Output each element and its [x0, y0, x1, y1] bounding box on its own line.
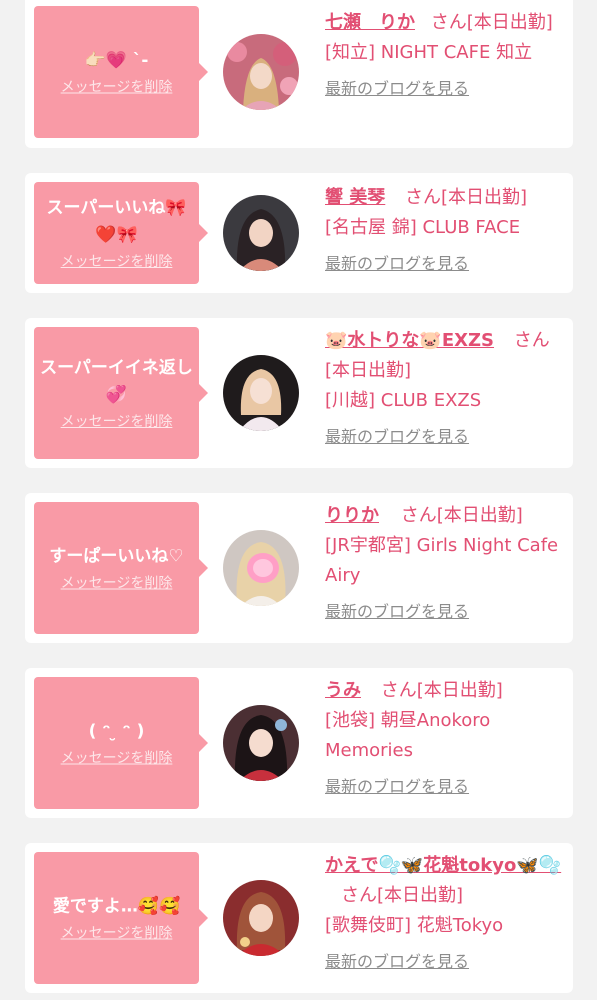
message-text: すーぱーいいね♡ — [49, 546, 184, 567]
avatar[interactable] — [223, 880, 299, 956]
message-card: 👉🏻💗 ˋ- メッセージを削除 七瀬 りか さん[本日出勤] [知立] NIGH… — [25, 0, 573, 148]
delete-message-link[interactable]: メッセージを削除 — [61, 750, 173, 768]
cast-status: さん[本日出勤] — [405, 187, 528, 208]
shop-name: [JR宇都宮] Girls Night Cafe Airy — [325, 535, 559, 586]
blog-link[interactable]: 最新のブログを見る — [325, 74, 565, 104]
avatar[interactable] — [223, 34, 299, 110]
cast-name-link[interactable]: かえで🫧🦋花魁tokyo🦋🫧 — [325, 855, 561, 876]
blog-link[interactable]: 最新のブログを見る — [325, 947, 565, 977]
message-card: スーパーイイネ返し💞 メッセージを削除 🐷水トりな🐷EXZS さん[本日出勤] … — [25, 318, 573, 468]
cast-info: 七瀬 りか さん[本日出勤] [知立] NIGHT CAFE 知立 最新のブログ… — [325, 8, 565, 104]
cast-info: 🐷水トりな🐷EXZS さん[本日出勤] [川越] CLUB EXZS 最新のブロ… — [325, 326, 565, 452]
message-bubble: すーぱーいいね♡ メッセージを削除 — [34, 502, 208, 634]
message-card: スーパーいいね🎀❤️🎀 メッセージを削除 響 美琴 さん[本日出勤] [名古屋 … — [25, 173, 573, 293]
message-text: ( ᵔ ̮ ᵔ ) — [88, 721, 145, 742]
message-bubble: 👉🏻💗 ˋ- メッセージを削除 — [34, 6, 208, 138]
delete-message-link[interactable]: メッセージを削除 — [61, 925, 173, 943]
avatar[interactable] — [223, 530, 299, 606]
shop-name: [川越] CLUB EXZS — [325, 390, 482, 411]
blog-link[interactable]: 最新のブログを見る — [325, 772, 565, 802]
message-bubble: スーパーいいね🎀❤️🎀 メッセージを削除 — [34, 182, 208, 284]
shop-name: [歌舞伎町] 花魁Tokyo — [325, 915, 504, 936]
avatar[interactable] — [223, 195, 299, 271]
cast-info: 響 美琴 さん[本日出勤] [名古屋 錦] CLUB FACE 最新のブログを見… — [325, 183, 565, 279]
message-card: ( ᵔ ̮ ᵔ ) メッセージを削除 うみ さん[本日出勤] [池袋] 朝昼An… — [25, 668, 573, 818]
blog-link[interactable]: 最新のブログを見る — [325, 422, 565, 452]
message-card: すーぱーいいね♡ メッセージを削除 りりか さん[本日出勤] [JR宇都宮] G… — [25, 493, 573, 643]
shop-name: [知立] NIGHT CAFE 知立 — [325, 42, 533, 63]
message-text: スーパーイイネ返し💞 — [40, 358, 193, 405]
cast-status: さん[本日出勤] — [430, 12, 553, 33]
delete-message-link[interactable]: メッセージを削除 — [61, 575, 173, 593]
shop-name: [池袋] 朝昼Anokoro Memories — [325, 710, 491, 761]
avatar[interactable] — [223, 705, 299, 781]
message-bubble: ( ᵔ ̮ ᵔ ) メッセージを削除 — [34, 677, 208, 809]
cast-info: うみ さん[本日出勤] [池袋] 朝昼Anokoro Memories 最新のブ… — [325, 676, 565, 802]
message-text: 👉🏻💗 ˋ- — [84, 50, 149, 71]
delete-message-link[interactable]: メッセージを削除 — [61, 253, 173, 271]
cast-status: さん[本日出勤] — [341, 885, 464, 906]
cast-name-link[interactable]: 七瀬 りか — [325, 12, 415, 33]
cast-name-link[interactable]: 響 美琴 — [325, 187, 385, 208]
cast-status: さん[本日出勤] — [400, 505, 523, 526]
message-bubble: 愛ですよ…🥰🥰 メッセージを削除 — [34, 852, 208, 984]
blog-link[interactable]: 最新のブログを見る — [325, 249, 565, 279]
message-text: 愛ですよ…🥰🥰 — [52, 896, 181, 917]
delete-message-link[interactable]: メッセージを削除 — [61, 413, 173, 431]
message-card: 愛ですよ…🥰🥰 メッセージを削除 かえで🫧🦋花魁tokyo🦋🫧 さん[本日出勤]… — [25, 843, 573, 993]
delete-message-link[interactable]: メッセージを削除 — [61, 79, 173, 97]
cast-name-link[interactable]: うみ — [325, 680, 361, 701]
message-text: スーパーいいね🎀❤️🎀 — [46, 198, 187, 245]
message-bubble: スーパーイイネ返し💞 メッセージを削除 — [34, 327, 208, 459]
cast-status: さん[本日出勤] — [380, 680, 503, 701]
shop-name: [名古屋 錦] CLUB FACE — [325, 217, 521, 238]
blog-link[interactable]: 最新のブログを見る — [325, 597, 565, 627]
cast-info: かえで🫧🦋花魁tokyo🦋🫧 さん[本日出勤] [歌舞伎町] 花魁Tokyo 最… — [325, 851, 565, 977]
cast-name-link[interactable]: 🐷水トりな🐷EXZS — [325, 330, 494, 351]
avatar[interactable] — [223, 355, 299, 431]
cast-info: りりか さん[本日出勤] [JR宇都宮] Girls Night Cafe Ai… — [325, 501, 565, 627]
cast-name-link[interactable]: りりか — [325, 505, 379, 526]
